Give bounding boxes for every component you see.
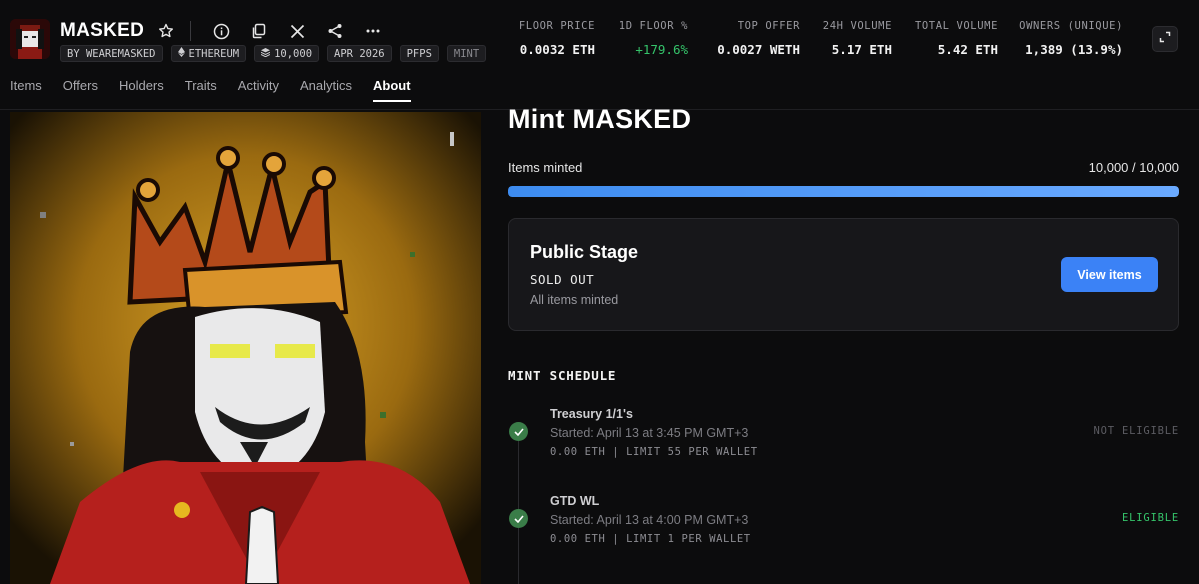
chip-creator[interactable]: BY WEAREMASKED bbox=[60, 45, 163, 62]
phase-eligibility: ELIGIBLE bbox=[1122, 512, 1179, 524]
chip-date[interactable]: APR 2026 bbox=[327, 45, 392, 62]
stat-label: 24H VOLUME bbox=[822, 20, 892, 32]
stat-owners: OWNERS (UNIQUE) 1,389 (13.9%) bbox=[1019, 20, 1123, 57]
mint-progress-fill bbox=[508, 186, 1179, 197]
tab-items[interactable]: Items bbox=[10, 78, 42, 102]
items-minted-label: Items minted bbox=[508, 160, 583, 175]
tab-activity[interactable]: Activity bbox=[238, 78, 279, 102]
stat-label: TOP OFFER bbox=[737, 20, 800, 32]
info-icon[interactable] bbox=[209, 19, 233, 43]
stage-title: Public Stage bbox=[530, 242, 639, 262]
share-icon[interactable] bbox=[323, 19, 347, 43]
ethereum-icon bbox=[177, 47, 185, 60]
check-circle-icon bbox=[509, 509, 528, 528]
more-icon[interactable] bbox=[361, 19, 385, 43]
tab-holders[interactable]: Holders bbox=[119, 78, 164, 102]
star-icon[interactable] bbox=[154, 19, 178, 43]
collection-avatar[interactable] bbox=[10, 19, 50, 59]
stat-label: OWNERS (UNIQUE) bbox=[1019, 20, 1123, 32]
stat-label: 1D FLOOR % bbox=[618, 20, 688, 32]
check-circle-icon bbox=[509, 422, 528, 441]
chip-mint[interactable]: MINT bbox=[446, 45, 487, 62]
copy-icon[interactable] bbox=[247, 19, 271, 43]
stack-icon bbox=[260, 47, 271, 60]
phase-name: Treasury 1/1's bbox=[550, 407, 633, 421]
x-logo-icon[interactable] bbox=[285, 19, 309, 43]
header-divider bbox=[190, 21, 192, 41]
stat-24h-volume: 24H VOLUME 5.17 ETH bbox=[823, 20, 892, 57]
stat-value: 1,389 (13.9%) bbox=[1025, 42, 1123, 57]
stat-value: 0.0027 WETH bbox=[717, 42, 800, 57]
phase-started: Started: April 13 at 3:45 PM GMT+3 bbox=[550, 426, 749, 440]
chip-label: APR 2026 bbox=[334, 47, 385, 60]
stat-label: TOTAL VOLUME bbox=[914, 20, 998, 32]
chip-label: BY WEAREMASKED bbox=[67, 47, 156, 60]
collection-header: MASKED BY WEAREMASKED ETHEREUM 10,000 AP… bbox=[0, 0, 1199, 110]
collection-artwork bbox=[10, 112, 481, 584]
tab-offers[interactable]: Offers bbox=[63, 78, 98, 102]
stat-total-volume: TOTAL VOLUME 5.42 ETH bbox=[915, 20, 998, 57]
phase-detail: 0.00 ETH | LIMIT 55 PER WALLET bbox=[550, 446, 758, 458]
schedule-phase-gtd-wl: GTD WL Started: April 13 at 4:00 PM GMT+… bbox=[508, 494, 1179, 564]
expand-button[interactable] bbox=[1152, 26, 1178, 52]
public-stage-card: Public Stage SOLD OUT All items minted V… bbox=[508, 218, 1179, 331]
tab-about[interactable]: About bbox=[373, 78, 411, 102]
phase-name: GTD WL bbox=[550, 494, 600, 508]
collection-name: MASKED bbox=[60, 20, 145, 41]
tab-traits[interactable]: Traits bbox=[185, 78, 217, 102]
phase-eligibility: NOT ELIGIBLE bbox=[1093, 425, 1179, 437]
stat-floor-price: FLOOR PRICE 0.0032 ETH bbox=[519, 20, 595, 57]
schedule-phase-treasury: Treasury 1/1's Started: April 13 at 3:45… bbox=[508, 407, 1179, 477]
collection-chips: BY WEAREMASKED ETHEREUM 10,000 APR 2026 … bbox=[60, 45, 487, 62]
tab-analytics[interactable]: Analytics bbox=[300, 78, 352, 102]
collection-title-row: MASKED bbox=[60, 18, 385, 44]
stat-1d-floor: 1D FLOOR % +179.6% bbox=[619, 20, 688, 57]
stat-label: FLOOR PRICE bbox=[518, 20, 595, 32]
mint-schedule-title: MINT SCHEDULE bbox=[508, 368, 617, 383]
chip-label: MINT bbox=[453, 47, 480, 60]
stat-value: +179.6% bbox=[635, 42, 688, 57]
expand-icon bbox=[1159, 30, 1171, 48]
chip-supply[interactable]: 10,000 bbox=[254, 45, 320, 62]
collection-tabs: Items Offers Holders Traits Activity Ana… bbox=[0, 78, 422, 102]
view-items-button[interactable]: View items bbox=[1061, 257, 1158, 292]
chip-label: ETHEREUM bbox=[188, 47, 240, 60]
chip-label: 10,000 bbox=[274, 47, 313, 60]
stat-value: 0.0032 ETH bbox=[519, 42, 595, 57]
chip-label: PFPS bbox=[406, 47, 432, 60]
stat-value: 5.17 ETH bbox=[831, 42, 892, 57]
chip-chain[interactable]: ETHEREUM bbox=[170, 45, 247, 62]
phase-started: Started: April 13 at 4:00 PM GMT+3 bbox=[550, 513, 749, 527]
stage-subtitle: All items minted bbox=[530, 293, 619, 307]
stat-value: 5.42 ETH bbox=[937, 42, 998, 57]
items-minted-count: 10,000 / 10,000 bbox=[1088, 160, 1179, 175]
mint-title: Mint MASKED bbox=[508, 104, 692, 134]
stage-status: SOLD OUT bbox=[530, 272, 595, 287]
stat-top-offer: TOP OFFER 0.0027 WETH bbox=[717, 20, 800, 57]
mint-progress-bar bbox=[508, 186, 1179, 197]
chip-category[interactable]: PFPS bbox=[399, 45, 439, 62]
phase-detail: 0.00 ETH | LIMIT 1 PER WALLET bbox=[550, 533, 751, 545]
